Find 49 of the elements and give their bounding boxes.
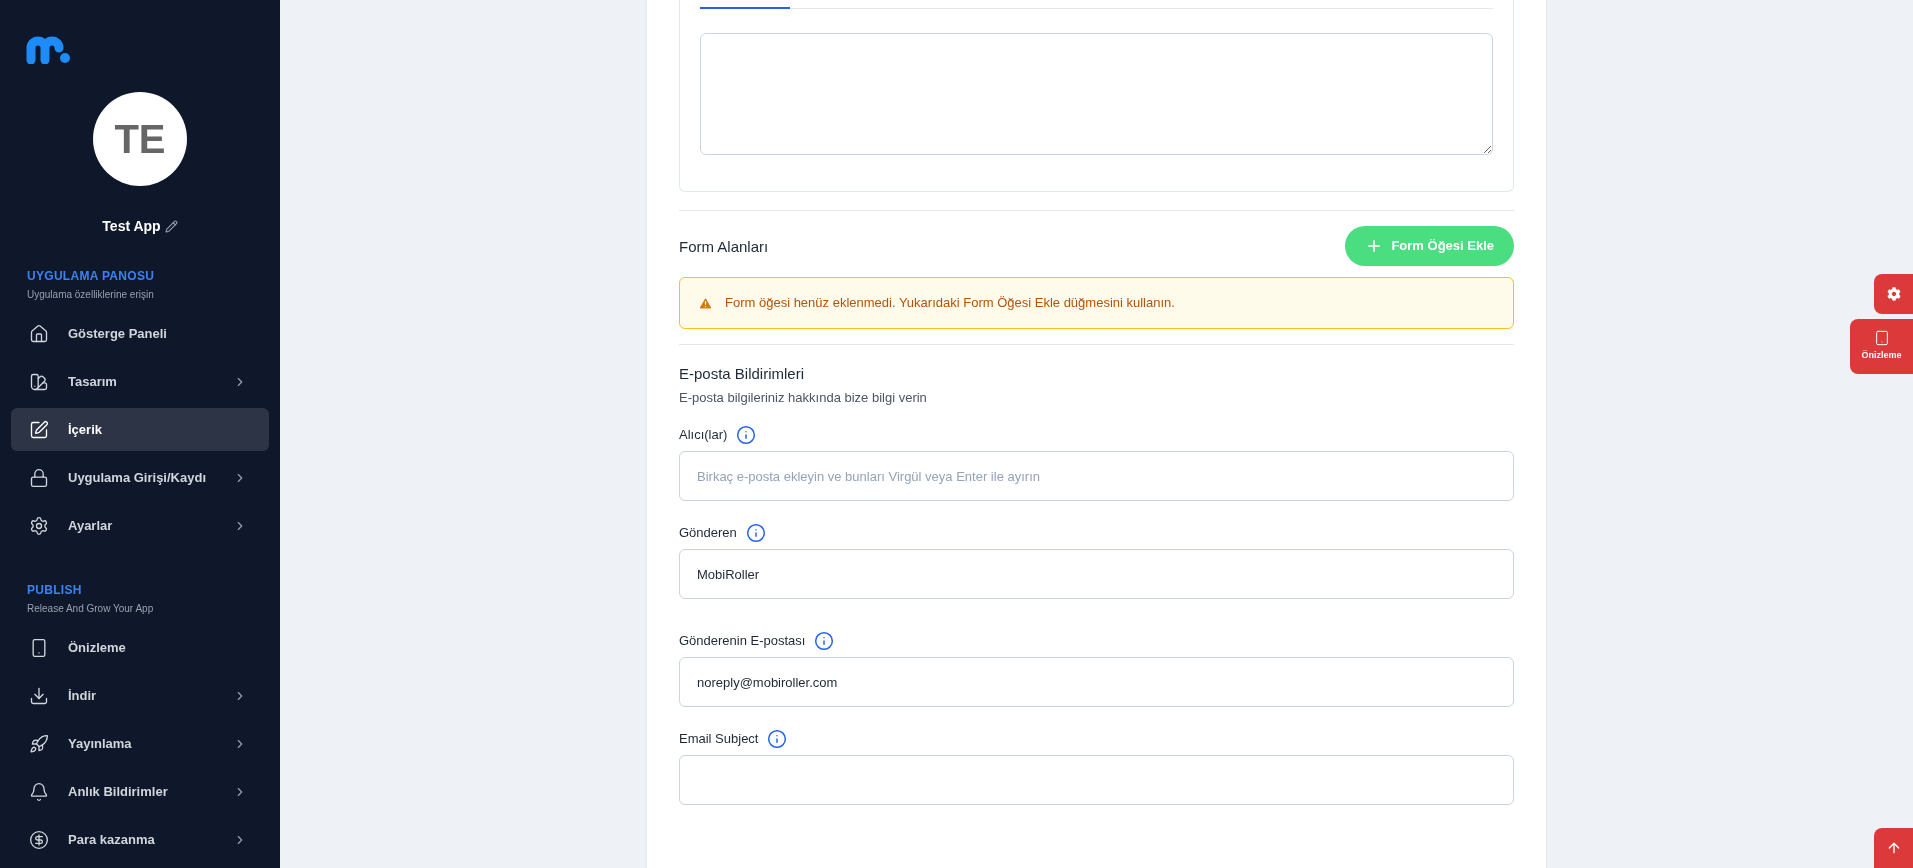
preview-button[interactable]: Önizleme [1850,319,1913,374]
input-field[interactable]: Birkaç e-posta ekleyin ve bunları Virgül veya Enter ile ayırın [679,451,1514,501]
info-icon[interactable] [745,523,766,543]
info-icon[interactable] [736,425,757,445]
edit-icon [29,419,49,440]
section-subtitle: Uygulama özelliklerine erişin [27,288,155,302]
rocket-icon [29,733,49,754]
sidebar-item[interactable]: İçerik [11,408,269,451]
info-icon[interactable] [814,631,835,651]
input-field[interactable] [679,755,1514,805]
section-title: UYGULAMA PANOSU [27,268,156,285]
section-heading: Form Alanları [679,237,769,257]
field-label: Gönderen [679,524,737,543]
warning-icon [698,295,713,311]
section-subtitle: E-posta bilgileriniz hakkında bize bilgi verin [679,388,928,407]
sidebar-item[interactable]: Uygulama Girişi/Kaydı [11,456,269,499]
field-label: Gönderenin E-postası [679,632,806,651]
sidebar-item[interactable]: Para kazanma [11,818,269,861]
sidebar-item[interactable]: Ayarlar [11,504,269,547]
logo-icon[interactable] [26,36,72,64]
pencil-icon[interactable] [164,220,178,233]
sidebar-item[interactable]: İndir [11,674,269,717]
section-title: PUBLISH [27,582,83,599]
settings-button[interactable] [1874,274,1913,314]
sidebar-item[interactable]: Önizleme [11,626,269,669]
app-name: Test App [102,217,161,236]
field-label: Email Subject [679,730,759,749]
alert-text: Form öğesi henüz eklenmedi. Yukarıdaki Form Öğesi Ekle düğmesini kullanın. [725,294,1175,313]
settings-icon [1886,287,1901,301]
sidebar-item[interactable]: Yayınlama [11,722,269,765]
input-field[interactable]: MobiRoller [679,549,1514,599]
download-icon [29,685,49,706]
sidebar-item[interactable]: Anlık Bildirimler [11,770,269,813]
input-field[interactable]: noreply@mobiroller.com [679,657,1514,707]
swatch-icon [29,371,49,392]
dollar-icon [29,829,49,850]
tablet-icon [1873,330,1890,347]
field-label: Alıcı(lar) [679,426,728,445]
lock-icon [29,467,49,488]
home-icon [29,323,49,344]
scroll-top-button[interactable] [1874,828,1913,868]
info-icon[interactable] [767,729,788,749]
bell-icon [29,781,49,802]
section-heading: E-posta Bildirimleri [679,364,806,384]
settings-icon [29,515,49,536]
section-subtitle: Release And Grow Your App [27,602,155,616]
sidebar-item[interactable]: Tasarım [11,360,269,403]
avatar: TE [93,92,187,186]
sidebar-item[interactable]: Gösterge Paneli [11,312,269,355]
